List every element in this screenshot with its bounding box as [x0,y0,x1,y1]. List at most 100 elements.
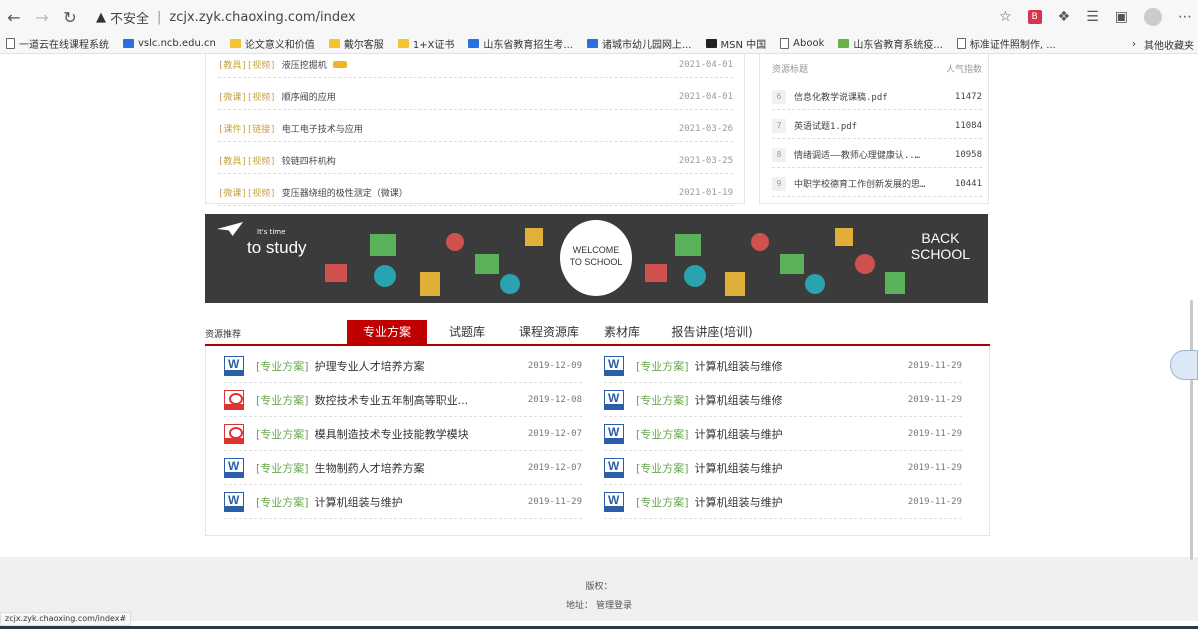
news-title-text: 顺序阀的应用 [281,93,336,103]
bookmark-item[interactable]: Abook [780,38,824,49]
rank-title[interactable]: 情绪调适——教师心理健康认..… [794,148,949,161]
refresh-icon[interactable]: ↻ [56,8,84,27]
news-date: 2021-04-01 [678,59,733,70]
news-row[interactable]: [微课][视频] 顺序阀的应用 2021-04-01 [218,84,733,110]
news-title[interactable]: 变压器绕组的极性测定（微课） [282,186,679,199]
more-menu-icon[interactable]: ⋯ [1178,9,1192,25]
resource-title[interactable]: 护理专业人才培养方案 [315,358,522,374]
bookmark-item[interactable]: 1+X证书 [397,36,454,51]
rank-title[interactable]: 中职学校德育工作创新发展的思… [794,177,949,190]
news-date: 2021-03-25 [678,155,733,166]
favorite-star-icon[interactable]: ☆ [999,9,1012,25]
rank-title[interactable]: 英语试题1.pdf [794,119,949,132]
resource-item[interactable]: [专业方案] 计算机组装与维修 2019-11-29 [604,350,962,383]
resource-item[interactable]: [专业方案] 模具制造技术专业技能教学模块 2019-12-07 [224,418,582,451]
ranking-header: 资源标题 人气指数 [772,62,982,75]
welcome-line-1: WELCOME [572,245,620,255]
popular-resources-panel: 资源标题 人气指数 6 信息化教学说课稿.pdf 11472 7 英语试题1.pdf 11… [759,54,989,204]
resource-title[interactable]: 计算机组装与维护 [695,460,902,476]
admin-login-link[interactable]: 管理登录 [596,601,632,611]
resource-title[interactable]: 生物制药人才培养方案 [315,460,522,476]
profile-avatar[interactable] [1144,8,1162,26]
word-file-icon [224,492,244,512]
bookmark-page-icon [780,38,790,49]
rank-title[interactable]: 信息化教学说课稿.pdf [794,90,949,103]
news-tag: [课件][链接] [218,125,276,135]
rank-number: 6 [772,89,786,104]
bookmark-item[interactable]: 一道云在线课程系统 [6,36,109,51]
bookmark-item[interactable]: 山东省教育系统疫... [838,36,943,51]
resource-title[interactable]: 计算机组装与维修 [695,358,902,374]
other-favorites-label[interactable]: 其他收藏夹 [1144,37,1194,52]
extension-icon[interactable]: B [1027,10,1042,24]
bookmark-item[interactable]: vslc.ncb.edu.cn [123,38,216,49]
news-title[interactable]: 电工电子技术与应用 [282,122,679,135]
bookmark-page-icon [123,39,134,48]
news-row[interactable]: [微课][视频] 变压器绕组的极性测定（微课） 2021-01-19 [218,180,733,206]
bookmark-item[interactable]: MSN 中国 [705,36,767,51]
resource-item[interactable]: [专业方案] 计算机组装与维护 2019-11-29 [224,486,582,519]
news-row[interactable]: [教具][视频] 铰链四杆机构 2021-03-25 [218,148,733,174]
tab-5[interactable]: 报告讲座(培训) [657,320,767,344]
resource-item[interactable]: [专业方案] 计算机组装与维护 2019-11-29 [604,486,962,519]
resource-title[interactable]: 计算机组装与维修 [695,392,902,408]
latest-resources-panel: [教具][视频] 液压挖掘机 2021-04-01 [微课][视频] 顺序阀的应用 202… [205,52,745,206]
rank-score: 11472 [954,91,982,102]
bookmark-item[interactable]: 标准证件照制作, ... [956,36,1056,51]
tab-1[interactable]: 专业方案 [347,320,427,344]
page-scrollbar[interactable] [1190,300,1193,560]
chevron-right-icon[interactable]: › [1132,39,1136,50]
resource-title[interactable]: 计算机组装与维护 [695,494,902,510]
bookmark-folder-icon [229,39,241,48]
resource-item[interactable]: [专业方案] 护理专业人才培养方案 2019-12-09 [224,350,582,383]
resource-item[interactable]: [专业方案] 数控技术专业五年制高等职业... 2019-12-08 [224,384,582,417]
news-row[interactable]: [教具][视频] 液压挖掘机 2021-04-01 [218,52,733,78]
favorites-list-icon[interactable]: ☰ [1086,9,1099,25]
news-title[interactable]: 顺序阀的应用 [282,90,679,103]
tab-2[interactable]: 试题库 [437,320,497,344]
collections-icon[interactable]: ▣ [1115,9,1128,25]
news-title[interactable]: 铰链四杆机构 [282,154,679,167]
bookmark-label: 诸城市幼儿园网上... [601,40,692,51]
ranking-row[interactable]: 8 情绪调适——教师心理健康认..… 10958 [772,142,982,168]
extensions-puzzle-icon[interactable]: ❖ [1058,9,1071,25]
tab-4[interactable]: 素材库 [597,320,647,344]
back-icon[interactable]: ← [0,8,28,27]
ranking-col-score: 人气指数 [945,65,982,75]
resource-list: [专业方案] 护理专业人才培养方案 2019-12-09 [专业方案] 数控技术专业五年… [205,346,990,536]
resource-title[interactable]: 模具制造技术专业技能教学模块 [315,426,522,442]
bookmark-item[interactable]: 论文意义和价值 [229,36,315,51]
news-title[interactable]: 液压挖掘机 [282,58,679,71]
bookmark-folder-icon [328,39,340,48]
warning-icon: ▲ [96,9,106,25]
ranking-row[interactable]: 7 英语试题1.pdf 11084 [772,113,982,139]
news-tag: [教具][视频] [218,157,276,167]
bookmark-item[interactable]: 山东省教育招生考... [468,36,573,51]
bookmark-item[interactable]: 戴尔客服 [328,36,384,51]
forward-icon[interactable]: → [28,8,56,27]
resource-title[interactable]: 数控技术专业五年制高等职业... [315,392,522,408]
news-row[interactable]: [课件][链接] 电工电子技术与应用 2021-03-26 [218,116,733,142]
bookmark-label: 一道云在线课程系统 [19,40,109,51]
footer-address-line: 地址： 管理登录 [0,598,1198,611]
assistant-bot-icon[interactable] [1170,350,1198,380]
resource-item[interactable]: [专业方案] 计算机组装与维护 2019-11-29 [604,452,962,485]
bookmark-item[interactable]: 诸城市幼儿园网上... [586,36,692,51]
resource-title[interactable]: 计算机组装与维护 [695,426,902,442]
rank-number: 9 [772,176,786,191]
tab-3[interactable]: 课程资源库 [507,320,591,344]
resource-title[interactable]: 计算机组装与维护 [315,494,522,510]
address-bar[interactable]: ▲ 不安全 | zcjx.zyk.chaoxing.com/index [96,8,356,27]
url-text[interactable]: zcjx.zyk.chaoxing.com/index [169,10,355,25]
ranking-row[interactable]: 9 中职学校德育工作创新发展的思… 10441 [772,171,982,197]
news-tag: [微课][视频] [218,189,276,199]
resource-item[interactable]: [专业方案] 计算机组装与维护 2019-11-29 [604,418,962,451]
bookmark-label: MSN 中国 [720,40,767,51]
resource-category: [专业方案] [636,394,689,407]
resource-item[interactable]: [专业方案] 计算机组装与维修 2019-11-29 [604,384,962,417]
page-content: [教具][视频] 液压挖掘机 2021-04-01 [微课][视频] 顺序阀的应用 202… [0,54,1198,629]
ranking-row[interactable]: 6 信息化教学说课稿.pdf 11472 [772,84,982,110]
news-date: 2021-04-01 [678,91,733,102]
resource-item[interactable]: [专业方案] 生物制药人才培养方案 2019-12-07 [224,452,582,485]
news-tag: [教具][视频] [218,61,276,71]
